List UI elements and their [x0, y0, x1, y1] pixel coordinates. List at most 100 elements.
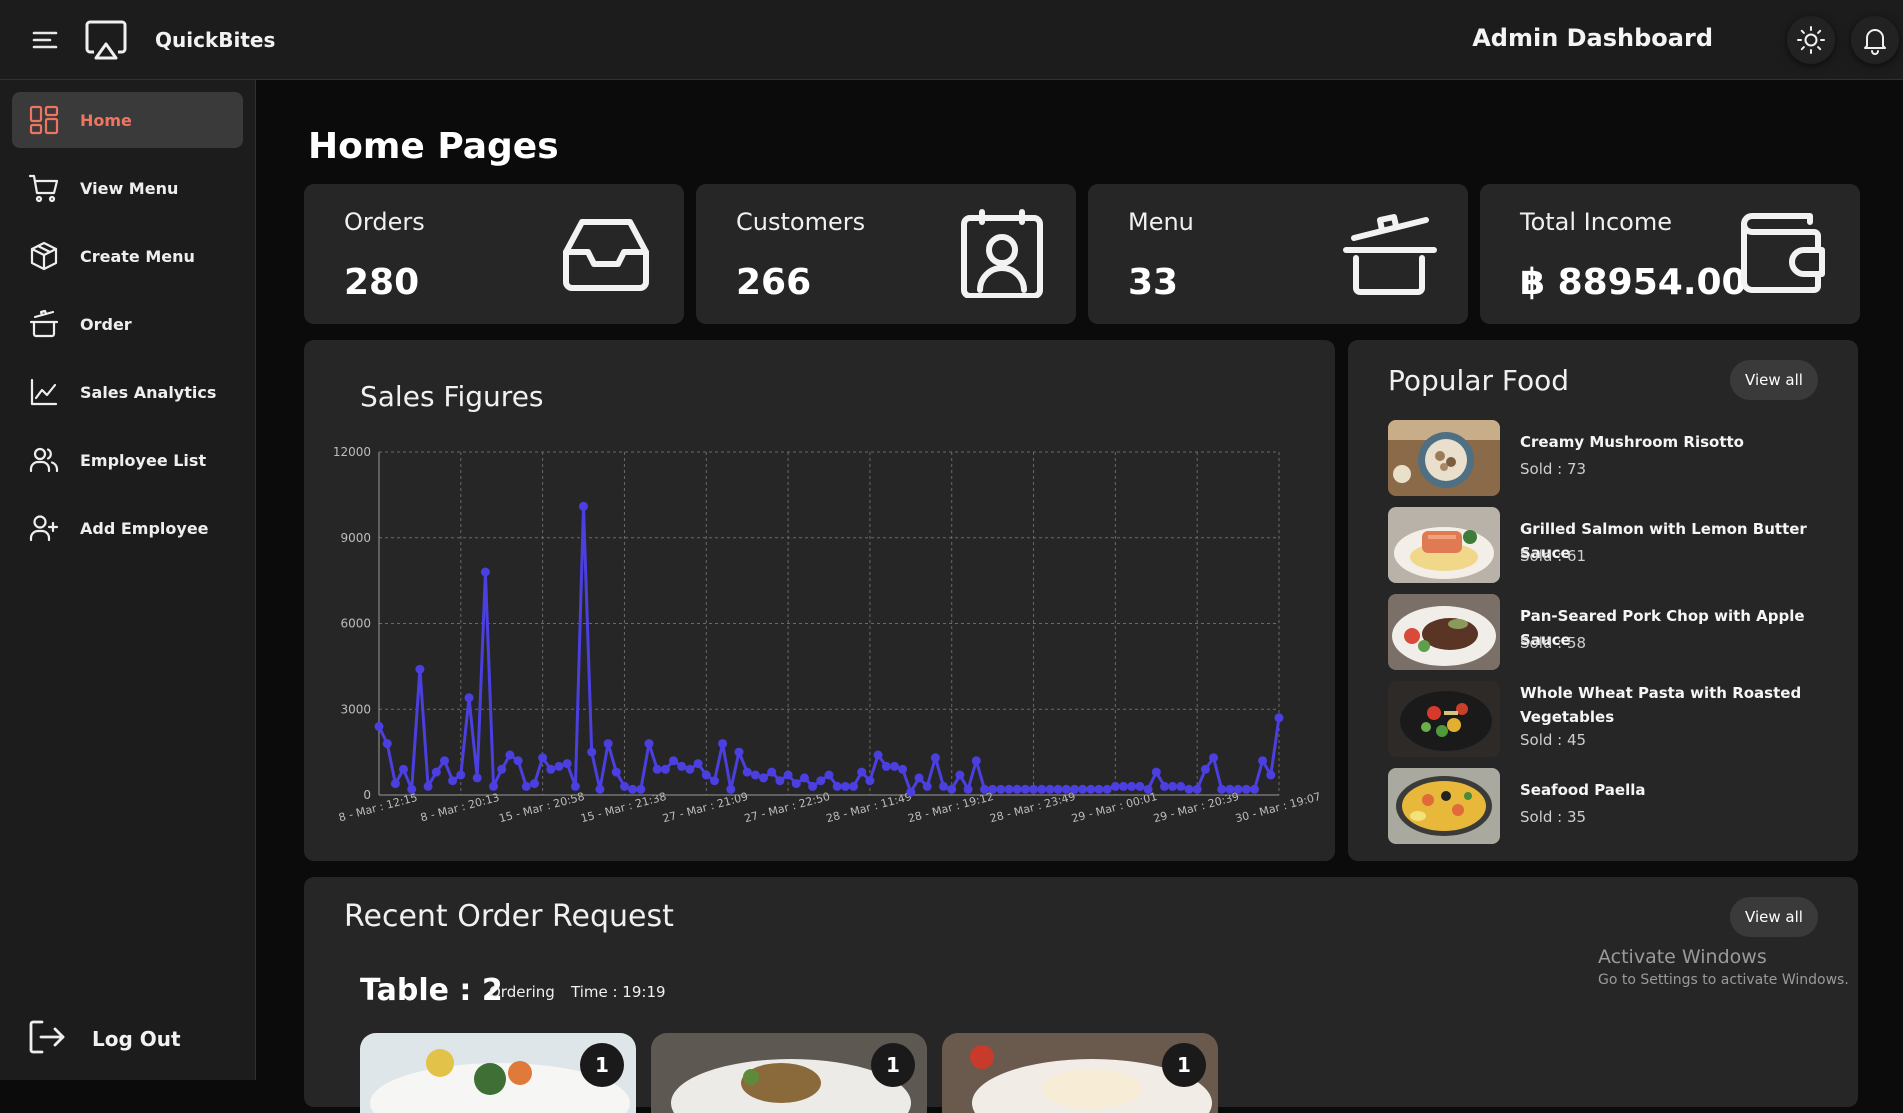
y-tick-label: 6000 — [340, 617, 371, 631]
sales-data-point — [1168, 781, 1178, 791]
food-image — [1388, 420, 1500, 496]
sales-data-point — [1110, 781, 1120, 791]
sales-data-point — [644, 739, 654, 749]
sales-data-point — [816, 776, 826, 786]
sales-data-point — [1258, 756, 1268, 766]
stat-card-total-income: Total Income ฿ 88954.00 — [1480, 184, 1860, 324]
sidebar-item-label: View Menu — [80, 178, 179, 198]
sales-data-point — [1250, 784, 1259, 794]
order-item-card[interactable]: 1 — [360, 1033, 636, 1113]
sidebar-item-home[interactable]: Home — [12, 92, 243, 148]
sales-data-point — [464, 693, 474, 703]
sales-data-point — [472, 773, 482, 783]
stat-card-orders: Orders 280 — [304, 184, 684, 324]
package-icon — [28, 240, 60, 272]
sales-data-point — [399, 764, 408, 774]
sales-data-point — [1012, 784, 1022, 794]
order-item-card[interactable]: 1 — [942, 1033, 1218, 1113]
food-sold: Sold : 45 — [1520, 731, 1587, 749]
top-bar: QuickBites Admin Dashboard — [0, 0, 1903, 80]
sidebar-item-label: Home — [80, 110, 132, 130]
sidebar-item-add-employee[interactable]: Add Employee — [12, 500, 243, 556]
sales-data-point — [963, 784, 973, 794]
recent-title: Recent Order Request — [344, 899, 674, 934]
food-item[interactable]: Pan-Seared Pork Chop with Apple Sauce So… — [1388, 594, 1838, 670]
sales-data-point — [718, 739, 728, 749]
bell-icon — [1864, 29, 1886, 55]
sales-data-point — [767, 767, 777, 777]
sales-data-point — [489, 781, 498, 791]
food-image — [1388, 507, 1500, 583]
sales-data-point — [480, 567, 490, 577]
sales-data-point — [710, 776, 719, 786]
food-item[interactable]: Seafood Paella Sold : 35 — [1388, 768, 1838, 844]
logout-icon — [26, 1016, 68, 1062]
stat-label: Customers — [736, 208, 866, 236]
sidebar-item-view-menu[interactable]: View Menu — [12, 160, 243, 216]
sales-data-point — [971, 756, 981, 766]
sales-data-point — [1037, 784, 1047, 794]
sales-data-point — [685, 764, 695, 774]
watermark-title: Activate Windows — [1598, 946, 1767, 968]
sales-data-point — [759, 773, 768, 783]
sales-data-point — [1266, 770, 1276, 780]
sales-data-point — [791, 779, 801, 789]
sales-data-point — [374, 721, 384, 731]
food-image — [1388, 768, 1500, 844]
y-tick-label: 0 — [363, 788, 371, 802]
sales-data-point — [824, 770, 834, 780]
sales-data-point — [930, 753, 940, 763]
sales-data-point — [497, 764, 507, 774]
sales-data-point — [849, 781, 858, 791]
food-item[interactable]: Whole Wheat Pasta with Roasted Vegetable… — [1388, 681, 1838, 757]
food-sold: Sold : 58 — [1520, 634, 1587, 652]
sales-data-point — [1151, 767, 1161, 777]
sales-data-point — [1160, 781, 1169, 791]
stat-card-menu: Menu 33 — [1088, 184, 1468, 324]
quantity-badge: 1 — [1162, 1043, 1206, 1087]
sales-data-point — [808, 781, 818, 791]
sales-data-point — [546, 764, 556, 774]
sales-data-point — [742, 767, 752, 777]
sales-data-point — [456, 770, 466, 780]
sidebar-item-label: Order — [80, 314, 132, 334]
sales-data-point — [415, 664, 425, 674]
grid-icon — [28, 104, 60, 136]
sales-data-point — [750, 770, 760, 780]
page-title: Home Pages — [308, 126, 559, 167]
sidebar-item-sales-analytics[interactable]: Sales Analytics — [12, 364, 243, 420]
sales-data-point — [530, 779, 539, 789]
logout-button[interactable]: Log Out — [26, 1014, 181, 1064]
user-plus-icon — [28, 512, 60, 544]
notifications-button[interactable] — [1851, 16, 1899, 64]
sales-data-point — [988, 784, 998, 794]
order-status: Ordering — [489, 983, 555, 1001]
recent-view-all-button[interactable]: View all — [1730, 897, 1818, 937]
sales-data-point — [603, 739, 613, 749]
sales-data-point — [1225, 784, 1235, 794]
sales-data-point — [1102, 784, 1112, 794]
hamburger-icon[interactable] — [30, 26, 60, 54]
sun-icon — [1797, 26, 1825, 54]
food-item[interactable]: Creamy Mushroom Risotto Sold : 73 — [1388, 420, 1838, 496]
food-item[interactable]: Grilled Salmon with Lemon Butter Sauce S… — [1388, 507, 1838, 583]
sales-data-point — [1233, 784, 1243, 794]
cooking-pot-icon — [28, 308, 60, 340]
sales-data-point — [775, 776, 785, 786]
sidebar-item-order[interactable]: Order — [12, 296, 243, 352]
sales-data-point — [570, 781, 580, 791]
sales-data-point — [955, 770, 965, 780]
popular-view-all-button[interactable]: View all — [1730, 360, 1818, 400]
sales-data-point — [652, 764, 662, 774]
cart-icon — [28, 172, 60, 204]
cooking-pot-icon — [1342, 208, 1438, 298]
sidebar-item-employee-list[interactable]: Employee List — [12, 432, 243, 488]
sales-data-point — [980, 784, 989, 794]
sales-data-point — [1127, 781, 1137, 791]
sidebar-item-create-menu[interactable]: Create Menu — [12, 228, 243, 284]
stat-value: 33 — [1128, 262, 1179, 303]
food-image — [1388, 681, 1500, 757]
order-item-card[interactable]: 1 — [651, 1033, 927, 1113]
sales-data-point — [865, 776, 875, 786]
theme-toggle-button[interactable] — [1787, 16, 1835, 64]
